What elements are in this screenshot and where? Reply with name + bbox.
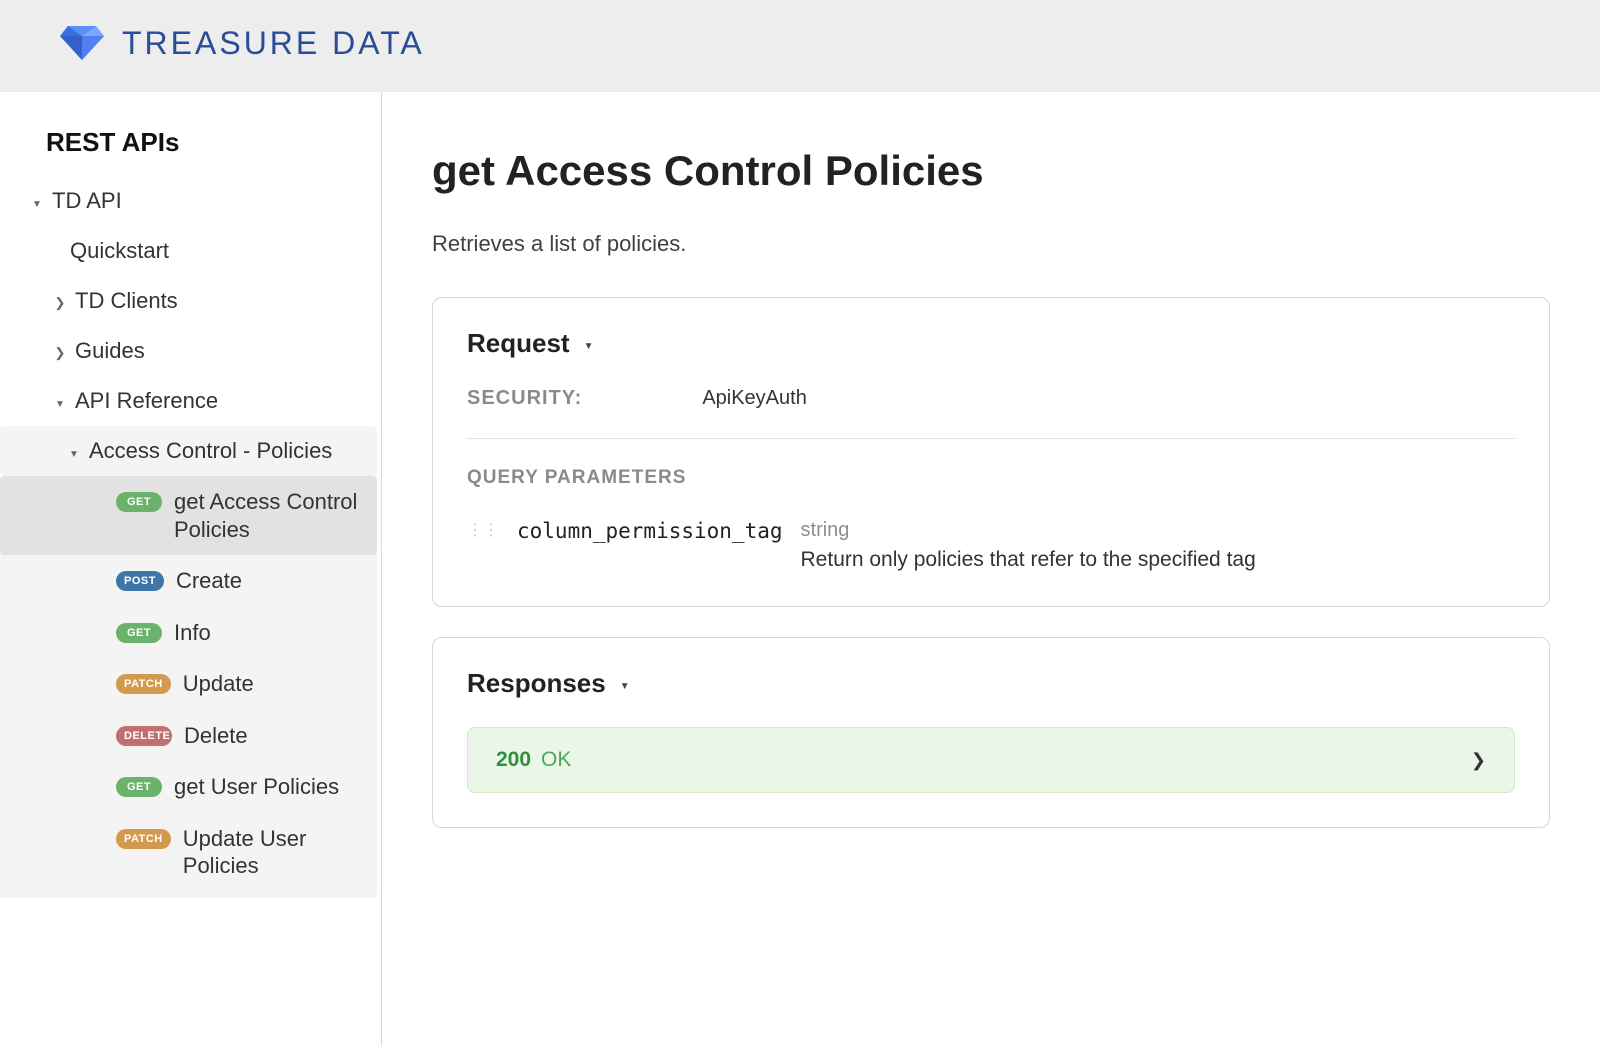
endpoint-delete[interactable]: DELETE Delete: [0, 710, 377, 762]
param-description: Return only policies that refer to the s…: [801, 548, 1256, 572]
endpoint-label: get User Policies: [174, 773, 363, 801]
chevron-right-icon: ❯: [1471, 750, 1486, 771]
page-title: get Access Control Policies: [432, 147, 1550, 195]
app-header: TREASURE DATA: [0, 0, 1600, 92]
param-name: column_permission_tag: [517, 519, 783, 543]
chevron-down-icon: [53, 395, 67, 410]
response-code: 200: [496, 748, 531, 772]
chevron-down-icon: [582, 338, 596, 352]
endpoint-label: Update User Policies: [183, 825, 363, 880]
nav-label: TD Clients: [75, 288, 178, 314]
param-meta: string Return only policies that refer t…: [801, 519, 1256, 572]
http-delete-badge: DELETE: [116, 726, 172, 746]
endpoint-get-access-control-policies[interactable]: GET get Access Control Policies: [0, 476, 377, 555]
security-label: SECURITY:: [467, 387, 582, 410]
nav-label: TD API: [52, 188, 122, 214]
nav-label: Guides: [75, 338, 145, 364]
chevron-down-icon: [67, 445, 81, 460]
security-row: SECURITY: ApiKeyAuth: [467, 387, 1515, 439]
endpoint-update-user-policies[interactable]: PATCH Update User Policies: [0, 813, 377, 892]
endpoint-create[interactable]: POST Create: [0, 555, 377, 607]
main-content: get Access Control Policies Retrieves a …: [382, 92, 1600, 1046]
nav-label: Quickstart: [70, 238, 169, 264]
endpoint-label: Update: [183, 670, 363, 698]
response-left: 200 OK: [496, 748, 571, 772]
chevron-down-icon: [30, 195, 44, 210]
responses-panel: Responses 200 OK ❯: [432, 637, 1550, 828]
response-200[interactable]: 200 OK ❯: [467, 727, 1515, 793]
endpoint-info[interactable]: GET Info: [0, 607, 377, 659]
responses-heading[interactable]: Responses: [467, 668, 1515, 699]
http-get-badge: GET: [116, 492, 162, 512]
nav-td-clients[interactable]: TD Clients: [0, 276, 381, 326]
sidebar: REST APIs TD API Quickstart TD Clients G…: [0, 92, 382, 1046]
endpoint-get-user-policies[interactable]: GET get User Policies: [0, 761, 377, 813]
query-param-row: ⋮⋮ column_permission_tag string Return o…: [467, 519, 1515, 572]
layout: REST APIs TD API Quickstart TD Clients G…: [0, 92, 1600, 1046]
response-text: OK: [541, 748, 571, 772]
nav-label: Access Control - Policies: [89, 438, 332, 464]
sidebar-title: REST APIs: [0, 127, 381, 176]
brand-name: TREASURE DATA: [122, 25, 425, 62]
endpoint-label: Create: [176, 567, 363, 595]
http-patch-badge: PATCH: [116, 829, 171, 849]
chevron-right-icon: [53, 295, 67, 310]
nav-quickstart[interactable]: Quickstart: [0, 226, 381, 276]
http-get-badge: GET: [116, 623, 162, 643]
chevron-right-icon: [53, 345, 67, 360]
param-type: string: [801, 519, 1256, 542]
nav-access-control-policies[interactable]: Access Control - Policies: [0, 426, 377, 476]
request-panel: Request SECURITY: ApiKeyAuth QUERY PARAM…: [432, 297, 1550, 607]
endpoint-label: Info: [174, 619, 363, 647]
endpoint-label: Delete: [184, 722, 363, 750]
http-get-badge: GET: [116, 777, 162, 797]
nav-api-reference[interactable]: API Reference: [0, 376, 381, 426]
page-description: Retrieves a list of policies.: [432, 231, 1550, 257]
http-patch-badge: PATCH: [116, 674, 171, 694]
http-post-badge: POST: [116, 571, 164, 591]
nav-guides[interactable]: Guides: [0, 326, 381, 376]
request-heading[interactable]: Request: [467, 328, 1515, 359]
nav-td-api[interactable]: TD API: [0, 176, 381, 226]
endpoint-label: get Access Control Policies: [174, 488, 363, 543]
diamond-logo-icon: [60, 24, 104, 62]
endpoints-block: GET get Access Control Policies POST Cre…: [0, 476, 377, 898]
request-heading-label: Request: [467, 328, 570, 359]
drag-handle-icon[interactable]: ⋮⋮: [467, 519, 499, 539]
query-params-label: QUERY PARAMETERS: [467, 467, 1515, 489]
endpoint-update[interactable]: PATCH Update: [0, 658, 377, 710]
responses-heading-label: Responses: [467, 668, 606, 699]
security-value: ApiKeyAuth: [702, 387, 807, 410]
nav-label: API Reference: [75, 388, 218, 414]
chevron-down-icon: [618, 678, 632, 692]
